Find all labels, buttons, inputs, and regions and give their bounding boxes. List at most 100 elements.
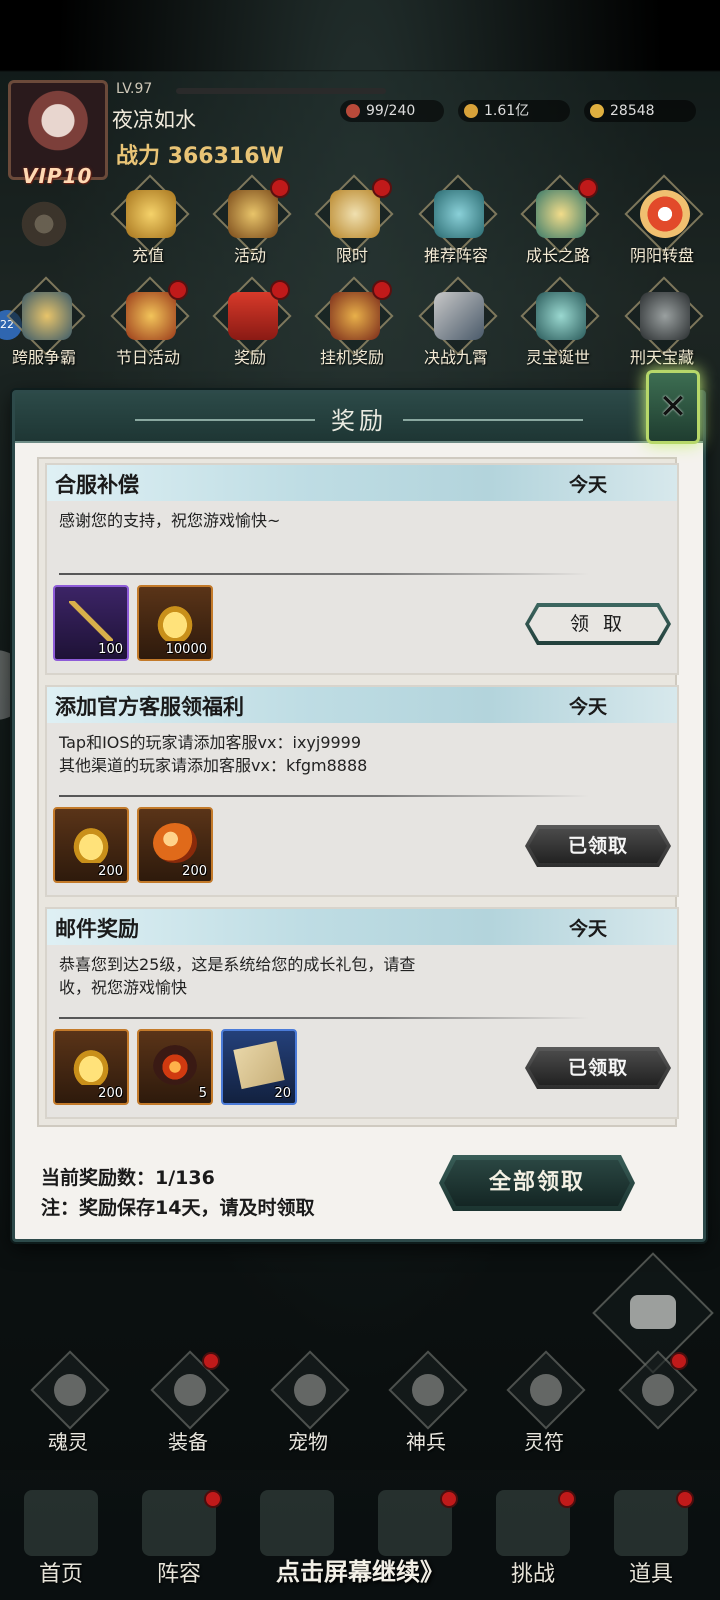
claim-all-button[interactable]: 全部领取 [439, 1155, 635, 1211]
activity-recharge[interactable]: 充值 [100, 174, 196, 274]
tap-to-continue[interactable]: 点击屏幕继续》 [0, 1552, 720, 1587]
wheel-icon [640, 190, 690, 238]
treasure-icon [228, 190, 278, 238]
nav-soul[interactable]: 魂灵 [20, 1350, 116, 1456]
activity-limited[interactable]: 限时 [304, 174, 400, 274]
activity-label: 挂机奖励 [319, 348, 384, 367]
chest-icon [330, 292, 380, 340]
activity-festival[interactable]: 节日活动 [100, 276, 196, 376]
activity-label: 阴阳转盘 [629, 246, 694, 265]
warrior-icon [434, 190, 484, 238]
nav-talisman[interactable]: 灵符 [496, 1350, 592, 1456]
activity-label: 限时 [335, 246, 368, 265]
spirit-icon [536, 292, 586, 340]
activity-decisive-battle[interactable]: 决战九霄 [408, 276, 504, 376]
activity-label: 灵宝诞世 [525, 348, 590, 367]
reward-message: Tap和IOS的玩家请添加客服vx：ixyj9999 其他渠道的玩家请添加客服v… [59, 733, 368, 775]
gift-box-icon [228, 292, 278, 340]
reward-title: 邮件奖励 [55, 917, 139, 941]
activity-growth-path[interactable]: 成长之路 [510, 174, 606, 274]
stamina-value: 99/240 [366, 103, 416, 119]
divider [59, 795, 589, 797]
dragon-icon [294, 1374, 326, 1406]
scroll-icon [233, 1040, 285, 1090]
stamina-icon [346, 104, 360, 118]
activity-recommended-lineup[interactable]: 推荐阵容 [408, 174, 504, 274]
nav-equipment[interactable]: 装备 [140, 1350, 236, 1456]
crossed-swords-icon [434, 292, 484, 340]
activity-cross-server[interactable]: 跨服争霸 [0, 276, 92, 376]
gold-pile-icon [126, 190, 176, 238]
coin-counter[interactable]: 1.61亿 [458, 100, 570, 122]
reward-item[interactable]: 10000 [137, 585, 213, 661]
item-quantity: 100 [98, 642, 123, 657]
flame-orb-icon [153, 1045, 197, 1085]
reward-note: 注：奖励保存14天，请及时领取 [41, 1197, 315, 1219]
activity-events[interactable]: 活动 [202, 174, 298, 274]
home-icon [24, 1490, 98, 1556]
reward-title: 添加官方客服领福利 [55, 695, 244, 719]
activity-spirit-treasure[interactable]: 灵宝诞世 [510, 276, 606, 376]
activity-label: 充值 [131, 246, 164, 265]
reward-panel: 奖励 合服补偿 今天 感谢您的支持，祝您游戏愉快~ 100 10000 领 取 … [12, 390, 706, 1242]
notification-dot [558, 1490, 576, 1508]
nav-pet[interactable]: 宠物 [260, 1350, 356, 1456]
activity-idle-rewards[interactable]: 挂机奖励 [304, 276, 400, 376]
activity-rewards[interactable]: 奖励 [202, 276, 298, 376]
reward-card: 邮件奖励 今天 恭喜您到达25级，这是系统给您的成长礼包，请查 收，祝您游戏愉快… [45, 907, 679, 1119]
activity-xingtian-treasure[interactable]: 刑天宝藏 [614, 276, 710, 376]
notification-dot [270, 280, 290, 300]
crown-icon [22, 292, 72, 340]
yin-yang-emblem-icon[interactable] [18, 198, 70, 250]
panel-title: 奖励 [331, 407, 387, 435]
reward-title: 合服补偿 [55, 473, 139, 497]
nav-divine-weapon[interactable]: 神兵 [378, 1350, 474, 1456]
reward-item[interactable]: 200 [53, 807, 129, 883]
festival-icon [126, 292, 176, 340]
gold-ingot-icon [69, 1045, 113, 1085]
warrior-statue-icon [640, 292, 690, 340]
reward-date: 今天 [568, 918, 607, 940]
activity-yinyang-wheel[interactable]: 阴阳转盘 [614, 174, 710, 274]
stamina-counter[interactable]: 99/240 [340, 100, 444, 122]
notification-dot [202, 1352, 220, 1370]
ingot-icon [590, 104, 604, 118]
notification-dot [676, 1490, 694, 1508]
item-quantity: 20 [274, 1086, 291, 1101]
reward-message: 恭喜您到达25级，这是系统给您的成长礼包，请查 收，祝您游戏愉快 [59, 955, 416, 997]
divider [59, 1017, 589, 1019]
activity-label: 决战九霄 [423, 348, 488, 367]
activity-label: 奖励 [233, 348, 266, 367]
nav-add[interactable] [608, 1350, 704, 1456]
notification-dot [578, 178, 598, 198]
ingot-value: 28548 [610, 103, 655, 119]
close-icon: ✕ [658, 387, 688, 427]
claimed-button[interactable]: 已领取 [525, 1047, 671, 1089]
reward-item[interactable]: 200 [137, 807, 213, 883]
claim-button[interactable]: 领 取 [525, 603, 671, 645]
reward-item[interactable]: 5 [137, 1029, 213, 1105]
reward-message: 感谢您的支持，祝您游戏愉快~ [59, 511, 281, 530]
plus-icon [642, 1374, 674, 1406]
reward-item[interactable]: 200 [53, 1029, 129, 1105]
item-quantity: 10000 [165, 642, 207, 657]
reward-date: 今天 [568, 474, 607, 496]
player-level: LV.97 [116, 81, 153, 97]
activity-label: 成长之路 [525, 246, 590, 265]
activity-label: 活动 [233, 246, 266, 265]
close-button[interactable]: ✕ [646, 370, 700, 444]
reward-item[interactable]: 100 [53, 585, 129, 661]
ingot-counter[interactable]: 28548 [584, 100, 696, 122]
activity-label: 推荐阵容 [423, 246, 488, 265]
gold-ingot-icon [69, 823, 113, 863]
claimed-button[interactable]: 已领取 [525, 825, 671, 867]
notification-dot [204, 1490, 222, 1508]
reward-count: 当前奖励数：1/136 [41, 1167, 215, 1189]
reward-card: 添加官方客服领福利 今天 Tap和IOS的玩家请添加客服vx：ixyj9999 … [45, 685, 679, 897]
reward-item[interactable]: 20 [221, 1029, 297, 1105]
notification-dot [372, 178, 392, 198]
activity-label: 刑天宝藏 [629, 348, 694, 367]
reward-date: 今天 [568, 696, 607, 718]
helmet-icon [174, 1374, 206, 1406]
notification-dot [372, 280, 392, 300]
